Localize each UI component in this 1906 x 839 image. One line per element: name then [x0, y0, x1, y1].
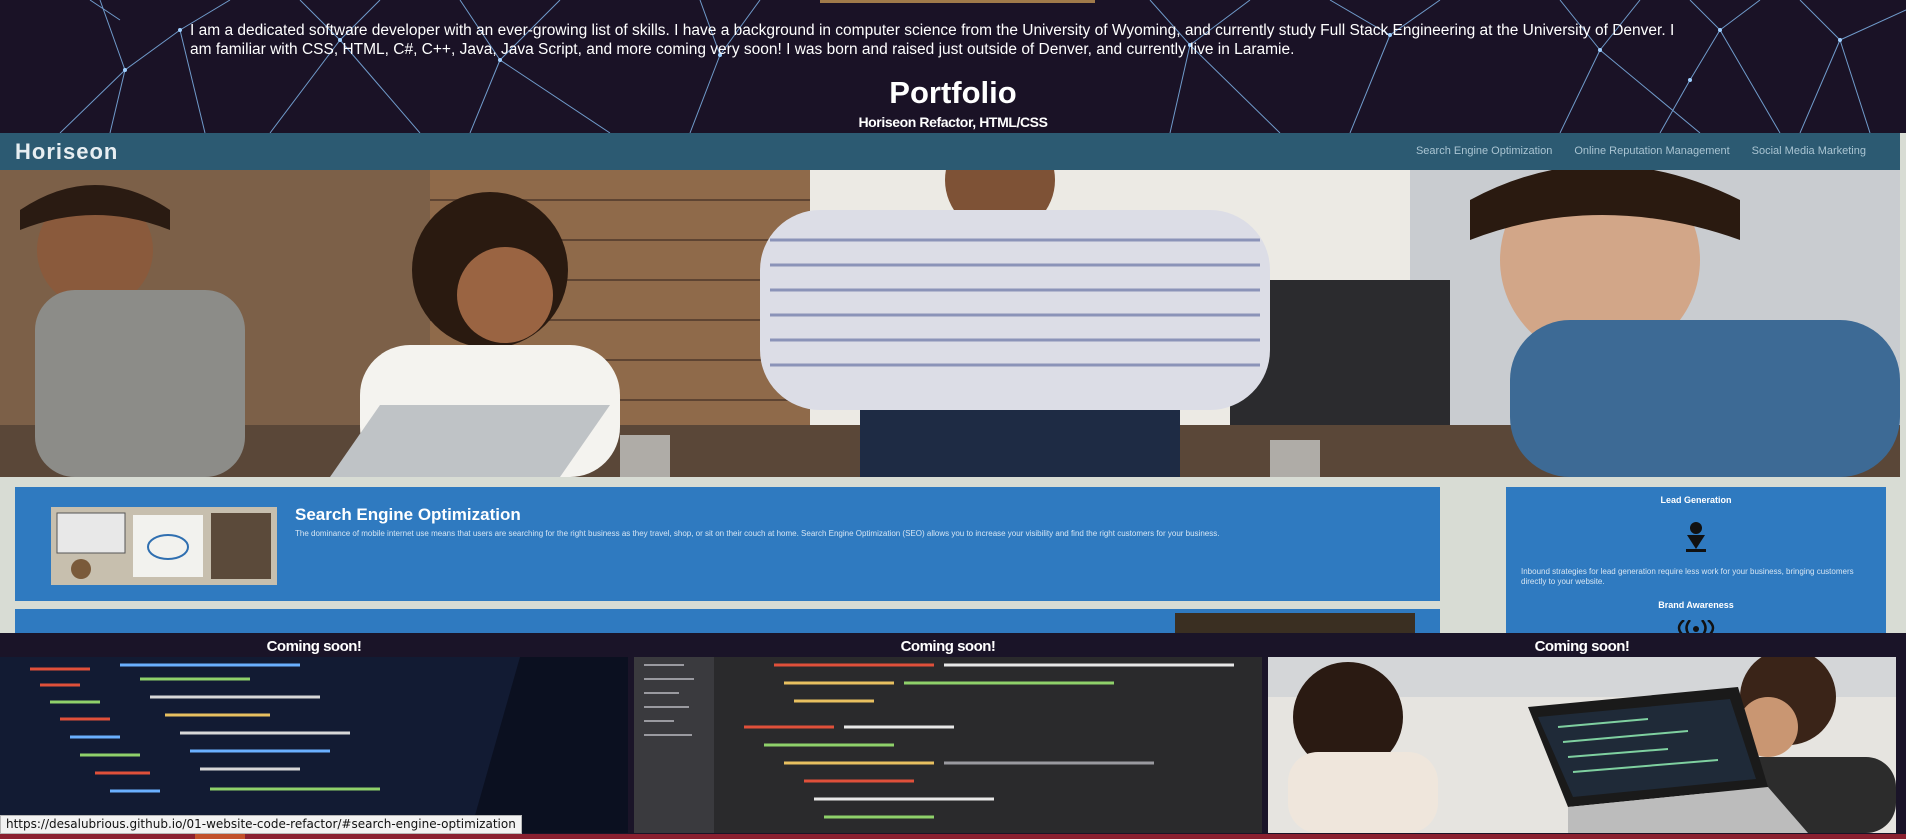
- preview-nav-seo: Search Engine Optimization: [1415, 145, 1553, 157]
- brand-awareness-heading: Brand Awareness: [1658, 600, 1734, 610]
- lead-generation-text: Inbound strategies for lead generation r…: [1521, 567, 1854, 586]
- preview-seo-section: Search Engine Optimization The dominance…: [15, 487, 1440, 601]
- lead-generation-icon: [1686, 522, 1706, 552]
- project-caption: Horiseon Refactor, HTML/CSS: [858, 114, 1048, 130]
- brand-awareness-icon: [1677, 620, 1715, 633]
- project-card-3[interactable]: Coming soon!: [1268, 633, 1896, 839]
- people-at-laptop-image: [1268, 657, 1896, 833]
- preview-hero-image: [0, 170, 1900, 477]
- bottom-accent-bar: [0, 834, 1906, 839]
- bottom-accent-segment: [195, 834, 245, 839]
- card-caption: Coming soon!: [266, 638, 362, 655]
- code-editor-image: [634, 657, 1262, 833]
- preview-nav-reputation: Online Reputation Management: [1574, 145, 1730, 157]
- project-card-1[interactable]: Coming soon!: [0, 633, 628, 839]
- code-on-laptop-image: [0, 657, 628, 833]
- preview-next-section: [15, 609, 1440, 633]
- card-caption: Coming soon!: [900, 638, 996, 655]
- preview-sidebar: Lead Generation Inbound strategies for l…: [1506, 487, 1886, 633]
- portfolio-header: I am a dedicated software developer with…: [0, 0, 1906, 133]
- preview-nav-social: Social Media Marketing: [1751, 145, 1866, 157]
- preview-logo: Horiseon: [15, 139, 119, 164]
- seo-heading: Search Engine Optimization: [295, 505, 521, 524]
- preview-navbar: Horiseon Search Engine Optimization Onli…: [0, 133, 1900, 170]
- project-card-2[interactable]: Coming soon!: [634, 633, 1262, 839]
- seo-text: The dominance of mobile internet use mea…: [295, 529, 1220, 538]
- portfolio-title: Portfolio: [889, 75, 1017, 110]
- next-section-thumbnail: [1175, 613, 1415, 633]
- previous-image-edge: [820, 0, 1095, 3]
- seo-thumbnail: [51, 507, 277, 585]
- preview-nav-links: Search Engine Optimization Online Reputa…: [1416, 145, 1866, 157]
- lead-generation-heading: Lead Generation: [1660, 495, 1732, 505]
- link-status-url: https://desalubrious.github.io/01-websit…: [0, 815, 522, 834]
- project-preview-horiseon[interactable]: Horiseon Search Engine Optimization Onli…: [0, 133, 1906, 633]
- office-meeting-photo: [0, 170, 1900, 477]
- card-caption: Coming soon!: [1534, 638, 1630, 655]
- project-cards-row: Coming soon! Coming soon! Coming soon!: [0, 633, 1906, 839]
- bio-paragraph: I am a dedicated software developer with…: [190, 22, 1675, 58]
